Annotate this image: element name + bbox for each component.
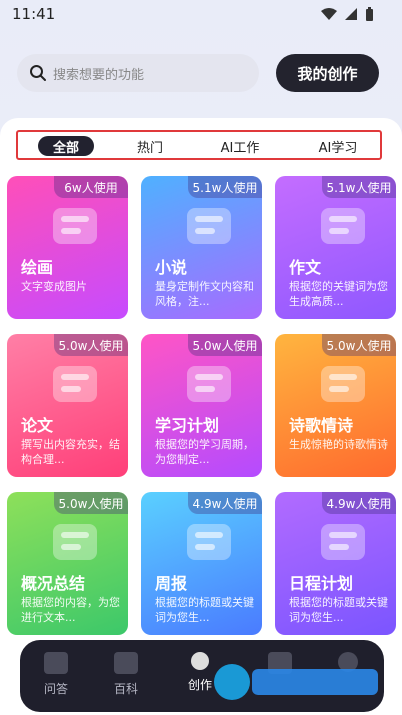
card-description: 撰写出内容充实，结构合理... bbox=[21, 438, 120, 466]
card-title: 小说 bbox=[155, 258, 188, 277]
feature-card[interactable]: 4.9w人使用 日程计划 根据您的标题或关键词为您生... bbox=[275, 492, 396, 635]
card-description: 根据您的标题或关键词为您生... bbox=[155, 596, 254, 624]
nav-item-encyclopedia[interactable]: 百科 bbox=[98, 652, 154, 697]
signal-icon bbox=[345, 8, 357, 20]
feature-card[interactable]: 5.0w人使用 诗歌情诗 生成惊艳的诗歌情诗 bbox=[275, 334, 396, 477]
wifi-icon bbox=[321, 8, 337, 20]
card-title: 概况总结 bbox=[21, 574, 86, 593]
card-illustration bbox=[45, 198, 105, 254]
card-illustration bbox=[45, 356, 105, 412]
usage-badge: 6w人使用 bbox=[54, 176, 128, 198]
card-title: 作文 bbox=[289, 258, 322, 277]
feature-card[interactable]: 5.1w人使用 小说 量身定制作文内容和风格，注... bbox=[141, 176, 262, 319]
card-illustration bbox=[313, 198, 373, 254]
tab-ai-work[interactable]: AI工作 bbox=[210, 136, 270, 156]
book-icon bbox=[114, 652, 138, 674]
card-description: 根据您的标题或关键词为您生... bbox=[289, 596, 388, 624]
bulb-icon bbox=[191, 652, 209, 670]
usage-badge: 4.9w人使用 bbox=[188, 492, 262, 514]
tab-hot[interactable]: 热门 bbox=[122, 136, 178, 156]
category-tabs: 全部 热门 AI工作 AI学习 bbox=[16, 130, 382, 160]
usage-badge: 5.0w人使用 bbox=[54, 492, 128, 514]
status-bar: 11:41 bbox=[0, 0, 402, 28]
feature-card[interactable]: 4.9w人使用 周报 根据您的标题或关键词为您生... bbox=[141, 492, 262, 635]
card-description: 量身定制作文内容和风格，注... bbox=[155, 280, 254, 308]
battery-icon bbox=[366, 7, 373, 21]
card-description: 文字变成图片 bbox=[21, 280, 87, 293]
card-title: 论文 bbox=[21, 416, 54, 435]
nav-item-qa[interactable]: 问答 bbox=[28, 652, 84, 697]
search-icon bbox=[30, 65, 46, 81]
status-icons bbox=[321, 7, 374, 21]
card-description: 根据您的学习周期，为您制定... bbox=[155, 438, 254, 466]
card-illustration bbox=[179, 514, 239, 570]
search-placeholder: 搜索想要的功能 bbox=[53, 68, 145, 83]
site-watermark bbox=[214, 664, 378, 700]
usage-badge: 4.9w人使用 bbox=[322, 492, 396, 514]
tab-all[interactable]: 全部 bbox=[38, 136, 94, 156]
card-illustration bbox=[45, 514, 105, 570]
usage-badge: 5.1w人使用 bbox=[188, 176, 262, 198]
card-description: 根据您的关键词为您生成高质... bbox=[289, 280, 388, 308]
feature-card[interactable]: 6w人使用 绘画 文字变成图片 bbox=[7, 176, 128, 319]
tab-ai-study[interactable]: AI学习 bbox=[308, 136, 368, 156]
status-time: 11:41 bbox=[12, 5, 56, 23]
feature-card[interactable]: 5.0w人使用 论文 撰写出内容充实，结构合理... bbox=[7, 334, 128, 477]
card-title: 绘画 bbox=[21, 258, 54, 277]
feature-card[interactable]: 5.1w人使用 作文 根据您的关键词为您生成高质... bbox=[275, 176, 396, 319]
card-description: 根据您的内容，为您进行文本... bbox=[21, 596, 120, 624]
card-description: 生成惊艳的诗歌情诗 bbox=[289, 438, 388, 451]
usage-badge: 5.0w人使用 bbox=[322, 334, 396, 356]
card-illustration bbox=[313, 356, 373, 412]
usage-badge: 5.0w人使用 bbox=[188, 334, 262, 356]
feature-card[interactable]: 5.0w人使用 概况总结 根据您的内容，为您进行文本... bbox=[7, 492, 128, 635]
nav-label: 百科 bbox=[113, 682, 138, 696]
chat-icon bbox=[44, 652, 68, 674]
usage-badge: 5.1w人使用 bbox=[322, 176, 396, 198]
card-title: 周报 bbox=[155, 574, 188, 593]
feature-card[interactable]: 5.0w人使用 学习计划 根据您的学习周期，为您制定... bbox=[141, 334, 262, 477]
nav-label: 创作 bbox=[187, 678, 212, 692]
my-creations-button[interactable]: 我的创作 bbox=[276, 54, 379, 92]
usage-badge: 5.0w人使用 bbox=[54, 334, 128, 356]
card-illustration bbox=[179, 356, 239, 412]
nav-label: 问答 bbox=[43, 682, 68, 696]
card-title: 诗歌情诗 bbox=[289, 416, 354, 435]
card-illustration bbox=[313, 514, 373, 570]
search-bar[interactable]: 搜索想要的功能 bbox=[17, 54, 259, 92]
card-illustration bbox=[179, 198, 239, 254]
card-title: 日程计划 bbox=[289, 574, 354, 593]
card-title: 学习计划 bbox=[155, 416, 220, 435]
